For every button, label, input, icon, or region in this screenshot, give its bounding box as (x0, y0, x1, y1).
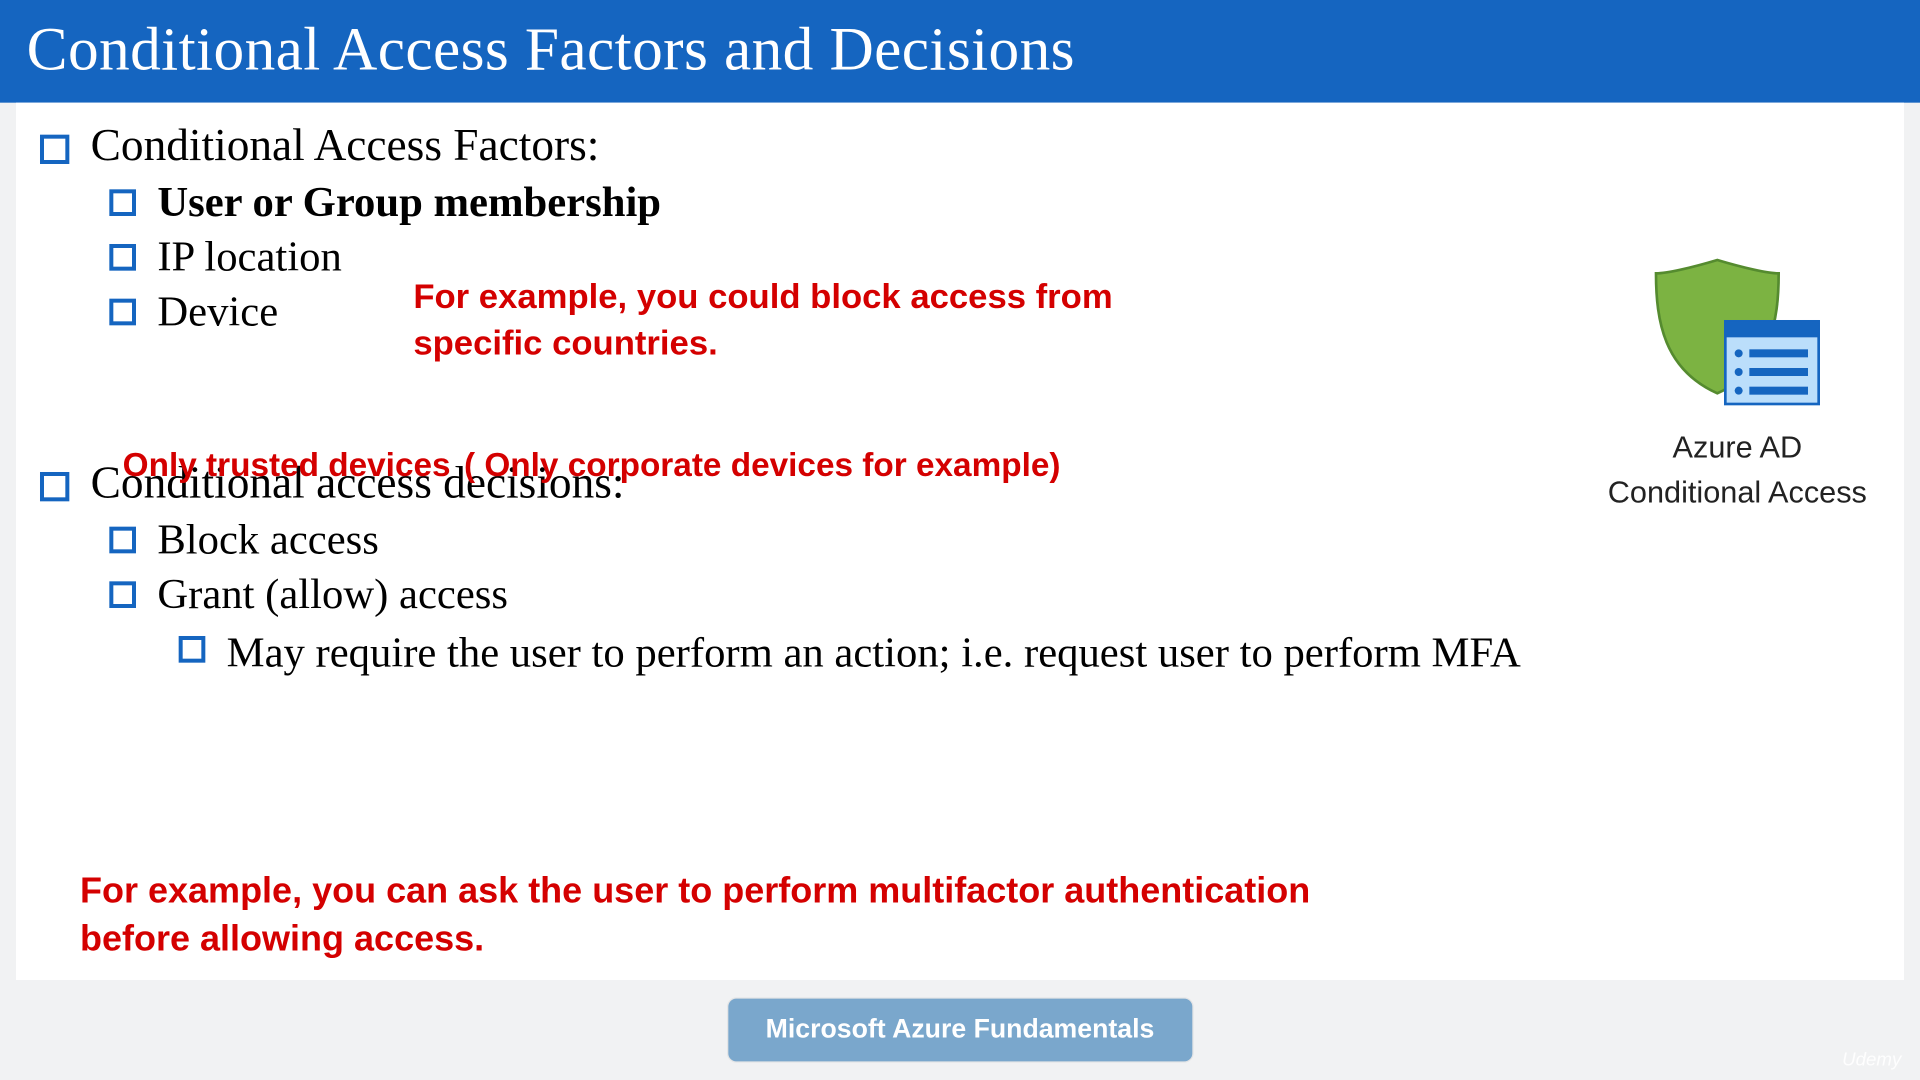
factor-ip-label: IP location (157, 232, 341, 281)
slide-title-bar: Conditional Access Factors and Decisions (0, 0, 1920, 103)
azure-ad-ca-illustration: Azure AD Conditional Access (1597, 255, 1877, 511)
note-device-corporate: ( Only corporate devices for example) (464, 444, 1061, 489)
bullet-icon (40, 472, 69, 501)
bullet-icon (109, 581, 136, 608)
decision-item-grant: Grant (allow) access (109, 569, 1890, 618)
decision-mfa-label: May require the user to perform an actio… (227, 624, 1815, 682)
factor-user-group-label: User or Group membership (157, 177, 661, 226)
factor-device-label: Device (157, 287, 278, 336)
decision-block-label: Block access (157, 515, 379, 564)
udemy-watermark: Udemy (1842, 1048, 1901, 1069)
slide-body: Conditional Access Factors: User or Grou… (16, 103, 1904, 980)
bullet-icon (109, 527, 136, 554)
bullet-icon (109, 244, 136, 271)
decision-item-mfa: May require the user to perform an actio… (179, 624, 1891, 682)
slide: Conditional Access Factors and Decisions… (0, 0, 1920, 1080)
note-device-trusted: Only trusted devices (123, 444, 451, 489)
shield-document-icon (1651, 255, 1824, 415)
factor-item-user-group: User or Group membership (109, 177, 1890, 226)
note-mfa-example: For example, you can ask the user to per… (80, 867, 1320, 964)
factors-heading-row: Conditional Access Factors: (40, 121, 1891, 172)
bullet-icon (109, 189, 136, 216)
slide-title: Conditional Access Factors and Decisions (27, 15, 1075, 83)
decision-grant-label: Grant (allow) access (157, 569, 508, 618)
azure-label-line2: Conditional Access (1597, 474, 1877, 511)
decision-item-block: Block access (109, 515, 1890, 564)
bullet-icon (179, 636, 206, 663)
note-ip-location: For example, you could block access from… (413, 273, 1160, 367)
footer-course-label: Microsoft Azure Fundamentals (728, 999, 1191, 1062)
factors-heading: Conditional Access Factors: (91, 121, 600, 172)
bullet-icon (109, 299, 136, 326)
bullet-icon (40, 135, 69, 164)
azure-label-line1: Azure AD (1597, 429, 1877, 466)
